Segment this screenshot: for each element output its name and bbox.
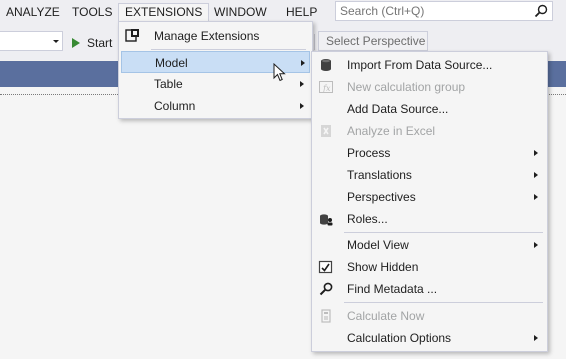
menu-item-import-from-data-source[interactable]: Import From Data Source... — [314, 54, 545, 76]
menu-item-label: Import From Data Source... — [347, 58, 493, 72]
menu-item-manage-extensions[interactable]: Manage Extensions — [121, 25, 310, 47]
menu-item-label: Table — [154, 77, 183, 91]
menu-item-calculate-now[interactable]: Calculate Now — [314, 305, 545, 327]
menu-item-label: Analyze in Excel — [347, 124, 436, 138]
show-hidden-icon — [318, 259, 334, 275]
menu-item-label: Calculation Options — [347, 331, 452, 345]
menu-item-analyze-in-excel[interactable]: Analyze in Excel — [314, 120, 545, 142]
quick-launch-search[interactable] — [335, 1, 553, 21]
menu-item-new-calculation-group[interactable]: fx New calculation group — [314, 76, 545, 98]
model-submenu: Import From Data Source... fx New calcul… — [311, 51, 548, 352]
menu-item-label: Show Hidden — [347, 260, 419, 274]
submenu-arrow-icon — [534, 194, 538, 200]
menu-separator — [151, 49, 306, 50]
find-metadata-icon — [318, 281, 334, 297]
chevron-down-icon — [53, 40, 59, 43]
roles-icon — [318, 211, 334, 227]
play-icon — [72, 37, 80, 48]
menu-item-label: Add Data Source... — [347, 102, 449, 116]
submenu-arrow-icon — [300, 103, 304, 109]
menu-item-label: Calculate Now — [347, 309, 425, 323]
submenu-arrow-icon — [534, 172, 538, 178]
menu-item-label: Find Metadata ... — [347, 282, 438, 296]
search-input[interactable] — [340, 3, 525, 19]
menu-help[interactable]: HELP — [280, 3, 323, 21]
mouse-cursor-icon — [273, 62, 287, 83]
calculation-group-icon: fx — [318, 79, 334, 95]
menu-item-roles[interactable]: Roles... — [314, 208, 545, 230]
menu-item-label: Model — [155, 56, 188, 70]
menu-item-show-hidden[interactable]: Show Hidden — [314, 256, 545, 278]
configuration-dropdown[interactable] — [0, 31, 63, 51]
select-perspective-dropdown[interactable]: Select Perspective — [318, 31, 428, 51]
submenu-arrow-icon — [534, 335, 538, 341]
menu-item-perspectives[interactable]: Perspectives — [314, 186, 545, 208]
menu-item-label: Roles... — [347, 212, 388, 226]
menu-item-label: Column — [154, 99, 196, 113]
menu-item-label: Process — [347, 146, 391, 160]
menu-item-calculation-options[interactable]: Calculation Options — [314, 327, 545, 349]
search-icon[interactable] — [534, 4, 548, 18]
menu-item-process[interactable]: Process — [314, 142, 545, 164]
menu-item-label: Perspectives — [347, 190, 416, 204]
calculate-now-icon — [318, 308, 334, 324]
excel-icon — [318, 123, 334, 139]
start-label: Start — [87, 35, 113, 50]
menu-item-find-metadata[interactable]: Find Metadata ... — [314, 278, 545, 300]
database-icon — [318, 57, 334, 73]
menu-item-label: Translations — [347, 168, 412, 182]
menu-item-model-view[interactable]: Model View — [314, 234, 545, 256]
submenu-arrow-icon — [300, 81, 304, 87]
submenu-arrow-icon — [534, 150, 538, 156]
menu-analyze[interactable]: ANALYZE — [0, 3, 66, 21]
manage-extensions-icon — [125, 28, 141, 44]
svg-text:fx: fx — [322, 84, 331, 93]
submenu-arrow-icon — [534, 242, 538, 248]
menu-separator — [344, 232, 543, 233]
menu-item-translations[interactable]: Translations — [314, 164, 545, 186]
menu-item-add-data-source[interactable]: Add Data Source... — [314, 98, 545, 120]
menu-item-label: Manage Extensions — [154, 29, 260, 43]
submenu-arrow-icon — [301, 60, 305, 66]
menu-window[interactable]: WINDOW — [208, 3, 273, 21]
menu-tools[interactable]: TOOLS — [66, 3, 118, 21]
menu-item-label: Model View — [347, 238, 409, 252]
start-button[interactable]: Start — [72, 34, 112, 50]
menu-item-label: New calculation group — [347, 80, 466, 94]
menu-separator — [344, 302, 543, 303]
menu-item-column[interactable]: Column — [121, 95, 310, 117]
